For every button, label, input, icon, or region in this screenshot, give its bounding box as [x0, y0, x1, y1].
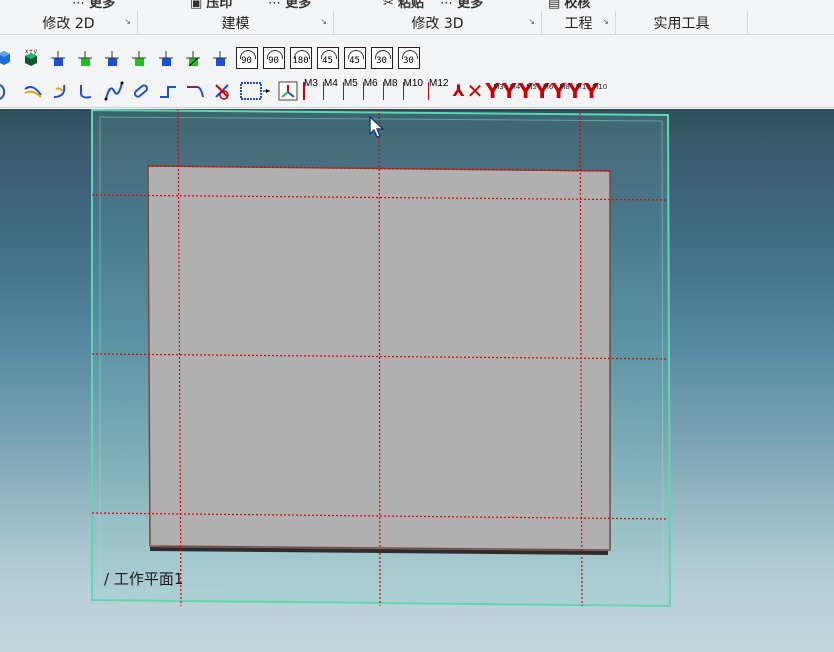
rotate-45-icon[interactable]: 45 — [316, 47, 339, 69]
y-thread-m10b-button[interactable]: Y M10 — [584, 80, 607, 102]
group-modify-3d[interactable]: 修改 3D ↘ — [334, 11, 542, 35]
more-button-1[interactable]: ⋯ 更多 — [72, 0, 115, 11]
y-thread-m8-button[interactable]: Y M8 — [551, 80, 570, 102]
paste-button[interactable]: ✂ 粘贴 — [383, 0, 424, 11]
mouse-cursor-icon — [369, 116, 385, 138]
rotate-30-label: 30 — [376, 56, 387, 66]
coordinate-axis-icon[interactable] — [277, 80, 299, 102]
group-utilities-label: 实用工具 — [653, 16, 710, 32]
thread-m4-label: M4 — [323, 78, 338, 89]
view-front-icon[interactable] — [47, 47, 69, 69]
y-thread-m10-button[interactable]: Y M10 — [568, 80, 591, 102]
view-top-icon[interactable] — [74, 47, 96, 69]
rotate-90-reverse-icon[interactable]: 90 — [262, 47, 285, 69]
y-thread-m4-button[interactable]: Y M4 — [502, 80, 521, 102]
more-button-2[interactable]: ⋯ 更多 — [268, 0, 311, 11]
check-button[interactable]: ▤ 校核 — [548, 0, 590, 11]
thread-m10-label: M10 — [403, 78, 423, 89]
rotate-90-icon[interactable]: 90 — [235, 47, 258, 69]
group-engineering-label: 工程 — [564, 16, 593, 32]
rotate-45-label: 45 — [322, 56, 333, 66]
rotate-180-label: 180 — [292, 56, 309, 66]
thread-m5-button[interactable]: M5 — [342, 78, 360, 102]
group-modify-3d-label: 修改 3D — [411, 16, 464, 32]
y-thread-m5-button[interactable]: Y M5 — [518, 80, 537, 102]
arc-icon[interactable] — [0, 80, 17, 102]
rotate-45-reverse-label: 45 — [349, 56, 360, 66]
toolbar-row-2: M3 M4 M5 M6 M8 M10 M12 ⅄ ✕ Y M3 Y M4 Y M5 Y… — [0, 77, 826, 105]
thread-m4-button[interactable]: M4 — [322, 78, 340, 102]
dimension-icon[interactable] — [238, 80, 272, 102]
imprint-button[interactable]: ▣ 压印 — [190, 0, 232, 11]
rotate-30-reverse-label: 30 — [403, 56, 414, 66]
group-modeling-label: 建模 — [221, 16, 250, 32]
ribbon-group-labels: 修改 2D ↘ 建模 ↘ 修改 3D ↘ 工程 ↘ 实用工具 — [0, 11, 834, 35]
group-modify-2d[interactable]: 修改 2D ↘ — [0, 11, 138, 35]
group-modeling[interactable]: 建模 ↘ — [138, 11, 334, 35]
view-bottom-icon[interactable] — [155, 47, 177, 69]
thread-m3-label: M3 — [304, 78, 318, 89]
trim-icon[interactable] — [211, 80, 233, 102]
y-thread-m3-button[interactable]: Y M3 — [485, 80, 504, 102]
more-button-3[interactable]: ⋯ 更多 — [440, 0, 483, 11]
view-right-icon[interactable] — [101, 47, 123, 69]
rotate-30-reverse-icon[interactable]: 30 — [397, 47, 420, 69]
thread-m8-button[interactable]: M8 — [382, 78, 400, 102]
view-back-icon[interactable] — [209, 47, 231, 69]
rotate-180-icon[interactable]: 180 — [289, 47, 312, 69]
rotate-90-reverse-label: 90 — [268, 56, 279, 66]
spline-icon[interactable] — [103, 80, 125, 102]
ribbon-toolbar: ⋯ 更多 ▣ 压印 ⋯ 更多 ✂ 粘贴 ⋯ 更多 ▤ 校核 修改 2D ↘ 建模… — [0, 0, 834, 108]
cube-green-view-icon[interactable]: x+y — [20, 47, 42, 69]
y-thread-m6-button[interactable]: Y M6 — [535, 80, 554, 102]
curve-fillet-icon[interactable] — [22, 80, 44, 102]
dialog-launcher-icon[interactable]: ↘ — [320, 17, 327, 26]
thread-m6-button[interactable]: M6 — [362, 78, 380, 102]
rotate-45-reverse-icon[interactable]: 45 — [343, 47, 366, 69]
thread-m12-button[interactable]: M12 — [427, 78, 450, 102]
view-left-icon[interactable] — [128, 47, 150, 69]
thread-m3-button[interactable]: M3 — [302, 78, 320, 102]
dialog-launcher-icon[interactable]: ↘ — [124, 17, 131, 26]
thread-m5-label: M5 — [343, 78, 358, 89]
step-line-icon[interactable] — [157, 80, 179, 102]
group-utilities[interactable]: 实用工具 — [616, 11, 748, 35]
split-thread-icon[interactable]: ⅄ — [452, 80, 464, 102]
view-iso-icon[interactable] — [182, 47, 204, 69]
3d-viewport[interactable]: / 工作平面1 — [0, 109, 834, 652]
hook-curve-icon[interactable] — [49, 80, 71, 102]
delete-thread-icon[interactable]: ✕ — [467, 80, 484, 102]
corner-line-icon[interactable] — [184, 80, 206, 102]
group-engineering[interactable]: 工程 ↘ — [542, 11, 616, 35]
thread-m6-label: M6 — [363, 78, 378, 89]
group-modify-2d-label: 修改 2D — [42, 16, 95, 32]
cube-view-icon[interactable] — [0, 47, 15, 69]
slot-icon[interactable] — [130, 80, 152, 102]
toolbar-row-1: x+y 90 90 180 45 45 30 30 — [0, 44, 824, 72]
thread-m12-label: M12 — [428, 78, 449, 89]
dialog-launcher-icon[interactable]: ↘ — [602, 17, 609, 26]
thread-m10-button[interactable]: M10 — [402, 78, 425, 102]
ribbon-top-row-cut: ⋯ 更多 ▣ 压印 ⋯ 更多 ✂ 粘贴 ⋯ 更多 ▤ 校核 — [0, 0, 834, 11]
y-thread-m10b-label: M10 — [592, 83, 608, 91]
workplane-label: / 工作平面1 — [104, 570, 184, 588]
svg-text:x+y: x+y — [25, 48, 38, 55]
thread-m8-label: M8 — [383, 78, 398, 89]
dialog-launcher-icon[interactable]: ↘ — [528, 17, 535, 26]
s-curve-icon[interactable] — [76, 80, 98, 102]
rotate-30-icon[interactable]: 30 — [370, 47, 393, 69]
rotate-90-label: 90 — [241, 56, 252, 66]
